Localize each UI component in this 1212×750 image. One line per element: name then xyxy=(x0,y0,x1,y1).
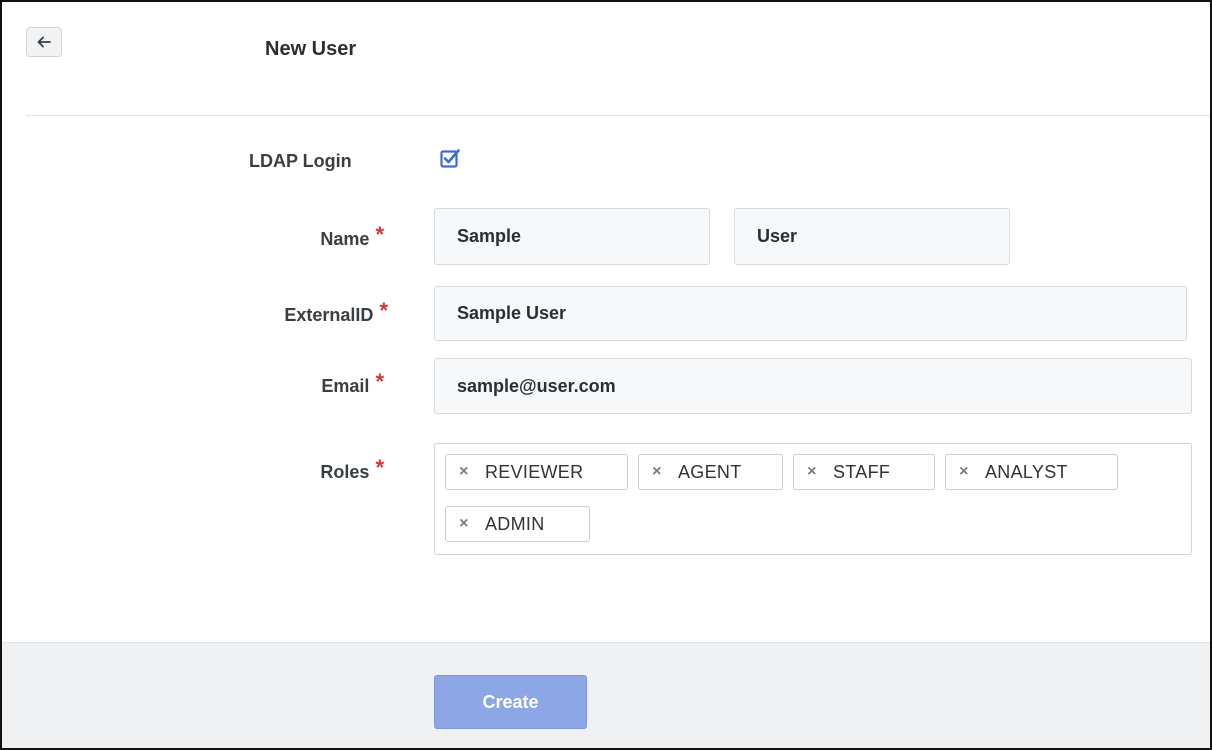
remove-role-icon[interactable]: × xyxy=(449,515,479,533)
roles-label: Roles * xyxy=(232,457,384,483)
email-label-text: Email xyxy=(321,376,370,396)
role-tag-label: ADMIN xyxy=(485,513,545,534)
create-button[interactable]: Create xyxy=(434,675,587,729)
arrow-left-icon xyxy=(37,36,51,48)
role-tag-label: REVIEWER xyxy=(485,461,584,482)
ldap-login-checkbox[interactable] xyxy=(440,148,460,168)
back-button[interactable] xyxy=(26,27,62,57)
first-name-input[interactable] xyxy=(434,208,710,265)
role-tag-staff: × STAFF xyxy=(793,454,935,490)
checkbox-checked-icon xyxy=(440,149,460,168)
role-tag-label: ANALYST xyxy=(985,461,1068,482)
role-tag-admin: × ADMIN xyxy=(445,506,590,542)
required-asterisk: * xyxy=(375,222,384,247)
header-divider xyxy=(26,115,1210,116)
roles-multiselect[interactable]: × REVIEWER × AGENT × STAFF × ANALYST × A… xyxy=(434,443,1192,555)
email-input[interactable] xyxy=(434,358,1192,414)
email-label: Email * xyxy=(232,371,384,397)
external-id-label: ExternalID * xyxy=(202,300,388,326)
app-window: New User LDAP Login Name* ExternalID* Em… xyxy=(0,0,1212,750)
role-tag-agent: × AGENT xyxy=(638,454,783,490)
external-id-input[interactable] xyxy=(434,286,1187,341)
role-tag-label: AGENT xyxy=(678,461,742,482)
external-id-label-text: ExternalID xyxy=(284,305,374,325)
remove-role-icon[interactable]: × xyxy=(642,463,672,481)
required-asterisk: * xyxy=(375,369,384,394)
required-asterisk: * xyxy=(375,455,384,480)
page-title: New User xyxy=(265,38,357,60)
required-asterisk: * xyxy=(379,298,388,323)
name-label-text: Name xyxy=(320,229,370,249)
name-label: Name * xyxy=(252,224,384,250)
role-tag-label: STAFF xyxy=(833,461,891,482)
remove-role-icon[interactable]: × xyxy=(949,463,979,481)
role-tag-reviewer: × REVIEWER xyxy=(445,454,628,490)
ldap-login-label: LDAP Login xyxy=(249,151,352,171)
remove-role-icon[interactable]: × xyxy=(449,463,479,481)
roles-label-text: Roles xyxy=(320,462,370,482)
form-footer xyxy=(2,642,1210,748)
remove-role-icon[interactable]: × xyxy=(797,463,827,481)
last-name-input[interactable] xyxy=(734,208,1010,265)
role-tag-analyst: × ANALYST xyxy=(945,454,1118,490)
